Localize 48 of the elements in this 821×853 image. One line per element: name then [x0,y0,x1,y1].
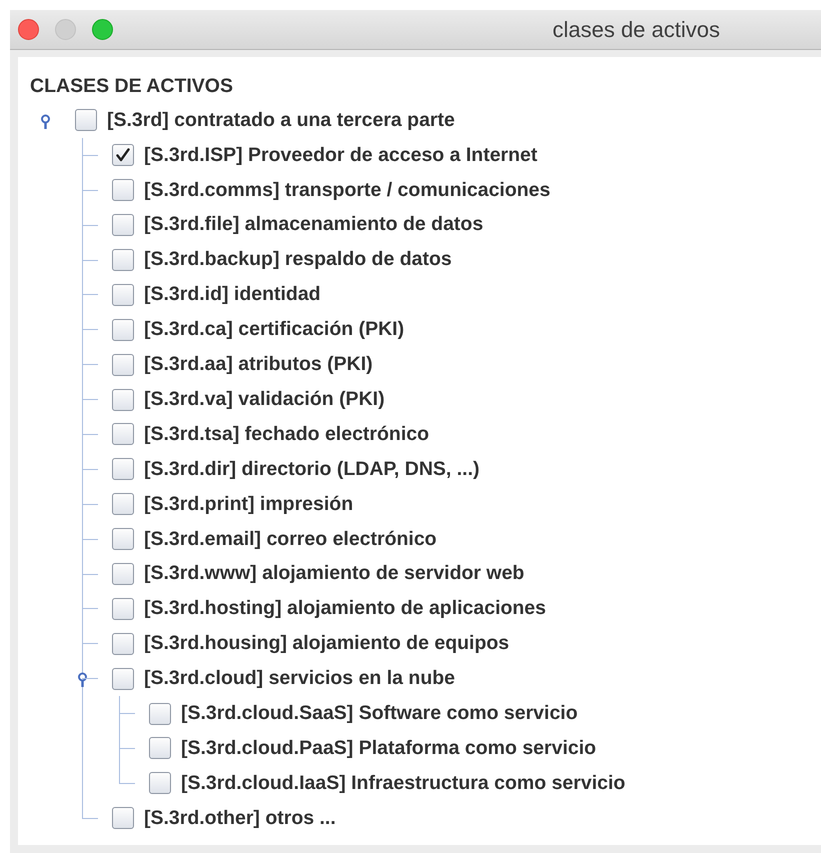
checkbox[interactable] [112,179,134,202]
checkbox[interactable] [112,807,134,830]
checkbox[interactable] [112,493,134,516]
checkbox[interactable] [112,563,134,586]
tree-item-label[interactable]: [S.3rd.housing] alojamiento de equipos [144,629,510,658]
tree-item-label[interactable]: [S.3rd.id] identidad [144,280,321,310]
checkbox[interactable] [112,632,134,655]
tree-item-label[interactable]: [S.3rd.file] almacenamiento de datos [144,210,484,240]
checkbox[interactable] [112,144,134,166]
tree-item-label[interactable]: [S.3rd.aa] atributos (PKI) [144,350,373,380]
expand-handle-icon[interactable] [39,113,52,129]
tree-item-label[interactable]: [S.3rd.www] alojamiento de servidor web [144,559,524,589]
tree-item-label[interactable]: [S.3rd.other] otros ... [144,804,336,833]
checkbox[interactable] [75,109,97,132]
checkbox[interactable] [149,702,171,725]
tree-item-label[interactable]: [S.3rd.cloud.IaaS] Infraestructura como servicio [181,768,626,798]
checkbox[interactable] [112,423,134,446]
tree-item-label[interactable]: [S.3rd.tsa] fechado electrónico [144,420,429,450]
tree-item-label[interactable]: [S.3rd.hosting] alojamiento de aplicaciones [144,594,546,624]
tree-item-label[interactable]: [S.3rd.backup] respaldo de datos [144,245,452,275]
checkbox[interactable] [112,528,134,550]
tree-item-label[interactable]: [S.3rd] contratado a una tercera parte [107,106,455,136]
tree-item-label[interactable]: [S.3rd.comms] transporte / comunicaciones [144,176,550,205]
tree-item-label[interactable]: [S.3rd.email] correo electrónico [144,524,437,554]
checkbox[interactable] [149,772,171,794]
checkbox[interactable] [149,737,171,760]
tree-item-label[interactable]: [S.3rd.dir] directorio (LDAP, DNS, ...) [144,454,480,484]
tree-item-label[interactable]: [S.3rd.cloud] servicios en la nube [144,664,456,694]
tree-item-label[interactable]: [S.3rd.print] impresión [144,490,354,519]
checkbox[interactable] [112,284,134,306]
checkbox[interactable] [112,318,134,341]
checkbox[interactable] [112,354,134,376]
checkbox[interactable] [112,388,134,411]
checkbox[interactable] [112,458,134,480]
checkbox[interactable] [112,249,134,271]
window-title: clases de activos [552,16,720,44]
tree-item-label[interactable]: [S.3rd.ISP] Proveedor de acceso a Internet [144,140,538,170]
checkbox[interactable] [112,598,134,620]
checkbox[interactable] [112,214,134,236]
tree-header: CLASES DE ACTIVOS [29,74,234,99]
tree-item-label[interactable]: [S.3rd.va] validación (PKI) [144,384,385,414]
checkbox[interactable] [112,668,134,690]
expand-handle-icon[interactable] [76,671,89,688]
tree-item-label[interactable]: [S.3rd.cloud.PaaS] Plataforma como servicio [181,734,596,764]
tree-item-label[interactable]: [S.3rd.cloud.SaaS] Software como servicio [181,698,578,728]
zoom-button[interactable] [92,19,113,40]
tree-item-label[interactable]: [S.3rd.ca] certificación (PKI) [144,315,404,344]
close-button[interactable] [18,19,39,40]
